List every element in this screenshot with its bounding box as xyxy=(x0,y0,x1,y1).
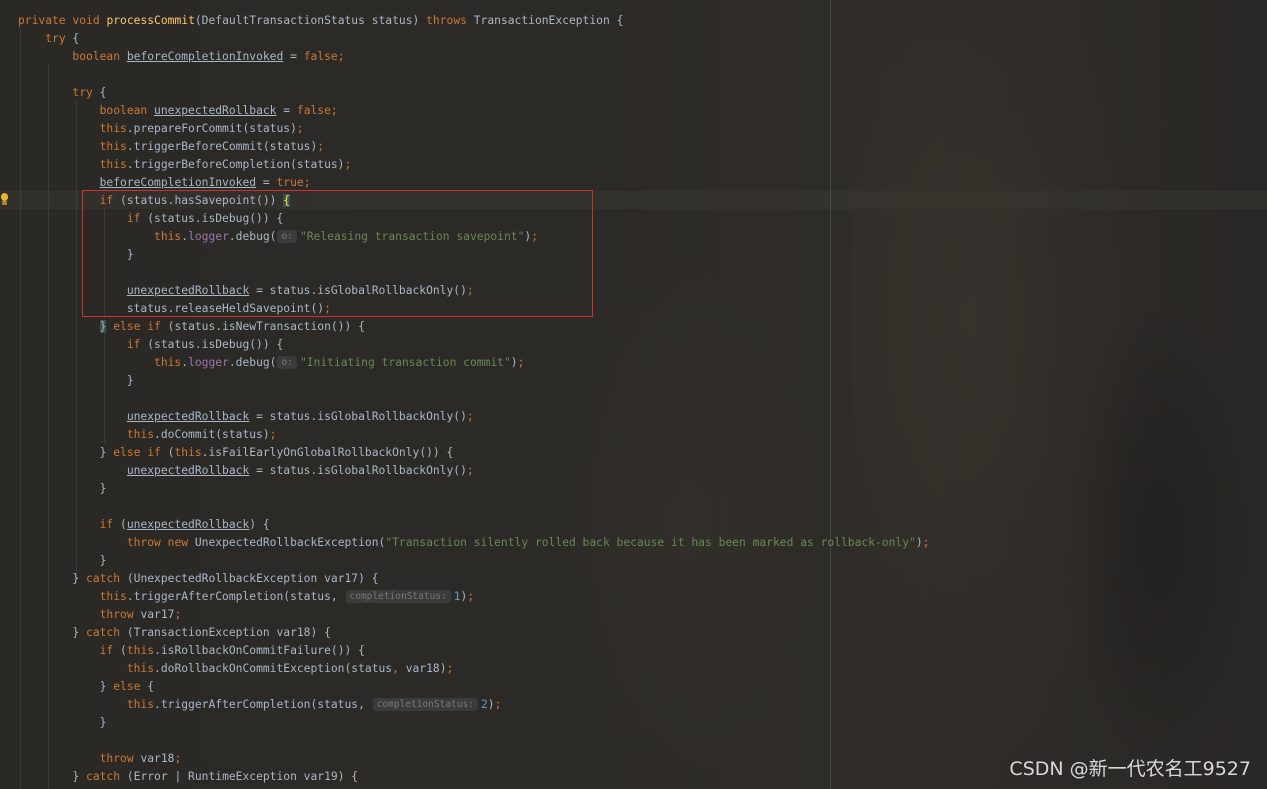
code-line[interactable]: this.triggerBeforeCommit(status); xyxy=(18,138,324,156)
code-line[interactable]: } xyxy=(18,714,107,732)
parameter-hint: o: xyxy=(277,356,297,369)
code-line[interactable]: this.doRollbackOnCommitException(status,… xyxy=(18,660,454,678)
code-line[interactable]: unexpectedRollback = status.isGlobalRoll… xyxy=(18,408,474,426)
code-line[interactable]: throw var17; xyxy=(18,606,182,624)
code-line[interactable]: this.logger.debug(o: "Initiating transact… xyxy=(18,354,524,372)
code-line[interactable]: this.prepareForCommit(status); xyxy=(18,120,304,138)
code-line[interactable]: } xyxy=(18,372,134,390)
lightbulb-icon[interactable] xyxy=(0,193,8,206)
code-line[interactable]: } else if (status.isNewTransaction()) { xyxy=(18,318,365,336)
highlight-annotation-box xyxy=(82,190,593,317)
code-line[interactable]: unexpectedRollback = status.isGlobalRoll… xyxy=(18,462,474,480)
code-line[interactable]: } else if (this.isFailEarlyOnGlobalRollb… xyxy=(18,444,454,462)
code-line[interactable]: if (unexpectedRollback) { xyxy=(18,516,270,534)
code-line[interactable]: } xyxy=(18,480,107,498)
code-line[interactable]: try { xyxy=(18,30,79,48)
code-line[interactable]: } xyxy=(18,552,107,570)
right-margin-guide xyxy=(830,0,831,789)
code-editor[interactable]: private void processCommit(DefaultTransa… xyxy=(0,0,1267,789)
background-art xyxy=(850,0,1150,789)
parameter-hint: completionStatus: xyxy=(345,590,451,603)
code-line[interactable]: try { xyxy=(18,84,106,102)
code-line[interactable]: boolean unexpectedRollback = false; xyxy=(18,102,338,120)
code-line[interactable]: if (this.isRollbackOnCommitFailure()) { xyxy=(18,642,365,660)
parameter-hint: completionStatus: xyxy=(372,698,478,711)
code-line[interactable]: } catch (Error | RuntimeException var19)… xyxy=(18,768,358,786)
code-line[interactable]: } catch (UnexpectedRollbackException var… xyxy=(18,570,378,588)
code-line[interactable]: boolean beforeCompletionInvoked = false; xyxy=(18,48,344,66)
code-line[interactable]: private void processCommit(DefaultTransa… xyxy=(18,12,623,30)
code-line[interactable]: throw new UnexpectedRollbackException("T… xyxy=(18,534,930,552)
code-line[interactable]: if (status.isDebug()) { xyxy=(18,336,283,354)
background-art xyxy=(560,260,820,780)
code-line[interactable]: this.triggerAfterCompletion(status, comp… xyxy=(18,696,501,714)
code-line[interactable]: throw var18; xyxy=(18,750,182,768)
background-art xyxy=(1060,300,1260,780)
code-line[interactable]: } catch (TransactionException var18) { xyxy=(18,624,330,642)
watermark: CSDN @新一代农名工9527 xyxy=(1009,758,1251,780)
code-line[interactable]: } else { xyxy=(18,678,154,696)
code-line[interactable]: this.triggerAfterCompletion(status, comp… xyxy=(18,588,474,606)
code-line[interactable]: this.doCommit(status); xyxy=(18,426,277,444)
code-line[interactable]: this.triggerBeforeCompletion(status); xyxy=(18,156,352,174)
